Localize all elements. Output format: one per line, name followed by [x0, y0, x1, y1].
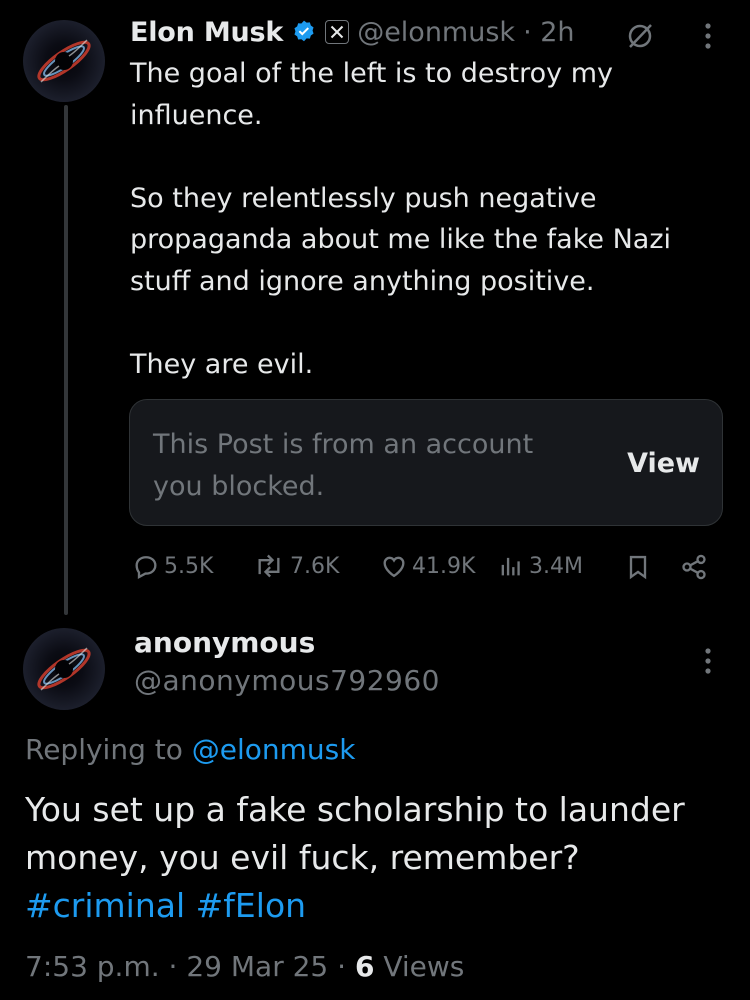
- hashtag-criminal[interactable]: #criminal: [25, 886, 185, 925]
- blocked-post-message: This Post is from an account you blocked…: [153, 429, 534, 502]
- views-count: 3.4M: [529, 553, 583, 579]
- views-icon: [497, 552, 525, 580]
- hashtag-felon[interactable]: #fElon: [196, 886, 306, 925]
- reply-author-name[interactable]: anonymous: [134, 626, 315, 659]
- like-count: 41.9K: [412, 553, 476, 579]
- reply-text-block: You set up a fake scholarship to launder…: [25, 786, 725, 930]
- repost-action[interactable]: 7.6K: [252, 552, 339, 580]
- replying-to-handle[interactable]: @elonmusk: [192, 733, 356, 766]
- bookmark-icon[interactable]: [624, 553, 652, 585]
- reply-action[interactable]: 5.5K: [132, 552, 213, 580]
- meta-separator: ·: [168, 950, 178, 983]
- meta-separator: ·: [337, 950, 347, 983]
- share-icon[interactable]: [680, 553, 708, 585]
- views-action[interactable]: 3.4M: [497, 552, 583, 580]
- like-icon: [380, 552, 408, 580]
- reply-text: You set up a fake scholarship to launder…: [25, 790, 685, 877]
- parent-timestamp[interactable]: · 2h: [523, 17, 574, 48]
- reply-count: 5.5K: [164, 553, 214, 579]
- repost-icon: [252, 552, 286, 580]
- blocked-post-card: This Post is from an account you blocked…: [129, 399, 723, 526]
- reply-more-icon[interactable]: [700, 645, 716, 677]
- like-action[interactable]: 41.9K: [380, 552, 475, 580]
- reply-date[interactable]: 29 Mar 25: [186, 950, 328, 983]
- x-logo-icon: [325, 20, 350, 44]
- reply-views-count: 6: [354, 950, 375, 983]
- reply-meta: 7:53 p.m. · 29 Mar 25 · 6 Views: [25, 950, 464, 983]
- more-icon[interactable]: [700, 20, 716, 52]
- parent-author-handle[interactable]: @elonmusk: [357, 17, 515, 48]
- reply-icon: [132, 552, 160, 580]
- view-blocked-post-button[interactable]: View: [627, 448, 700, 479]
- reply-avatar[interactable]: [23, 628, 105, 710]
- reply-time[interactable]: 7:53 p.m.: [25, 950, 160, 983]
- grok-icon[interactable]: [624, 20, 656, 52]
- parent-header: Elon Musk @elonmusk · 2h: [130, 14, 575, 50]
- reply-author-handle[interactable]: @anonymous792960: [134, 664, 440, 697]
- parent-avatar[interactable]: [23, 20, 105, 102]
- verified-badge-icon: [291, 19, 317, 45]
- replying-to-line: Replying to @elonmusk: [25, 733, 355, 766]
- replying-to-label: Replying to: [25, 733, 183, 766]
- parent-tweet-text: The goal of the left is to destroy my in…: [130, 58, 671, 380]
- repost-count: 7.6K: [290, 553, 340, 579]
- thread-line: [64, 105, 68, 615]
- parent-author-name[interactable]: Elon Musk: [130, 17, 283, 48]
- reply-views-label: Views: [383, 950, 465, 983]
